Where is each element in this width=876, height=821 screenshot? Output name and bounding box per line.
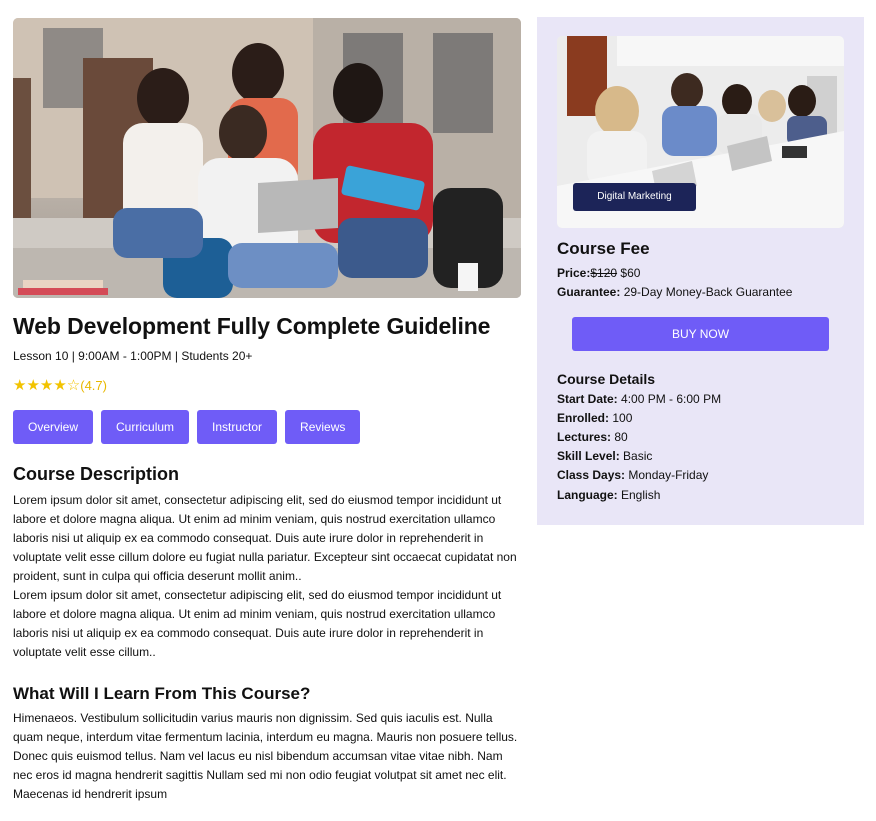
course-hero-image <box>13 18 521 298</box>
course-description-paragraph-1: Lorem ipsum dolor sit amet, consectetur … <box>13 493 517 583</box>
category-badge[interactable]: Digital Marketing <box>573 183 696 211</box>
price-row: Price:$120 $60 <box>557 265 640 281</box>
detail-label: Start Date: <box>557 392 618 406</box>
detail-label: Language: <box>557 488 618 502</box>
tab-overview[interactable]: Overview <box>13 410 94 444</box>
learn-heading: What Will I Learn From This Course? <box>13 684 311 703</box>
old-price: $120 <box>590 266 618 280</box>
course-tabs: Overview Curriculum Instructor Reviews <box>13 410 521 444</box>
guarantee-value: 29-Day Money-Back Guarantee <box>620 285 793 299</box>
course-details-heading: Course Details <box>557 371 656 387</box>
detail-row-skill-level: Skill Level: Basic <box>557 448 652 464</box>
tab-reviews[interactable]: Reviews <box>285 410 361 444</box>
detail-value: 4:00 PM - 6:00 PM <box>617 392 722 406</box>
course-rating: ★★★★☆ (4.7) <box>13 376 521 396</box>
course-description-paragraph-2: Lorem ipsum dolor sit amet, consectetur … <box>13 588 502 659</box>
course-description-heading: Course Description <box>13 464 180 484</box>
learn-paragraph: Himenaeos. Vestibulum sollicitudin variu… <box>13 711 518 801</box>
star-rating-icon: ★★★★☆ <box>13 377 81 394</box>
detail-row-enrolled: Enrolled: 100 <box>557 410 632 426</box>
detail-row-language: Language: English <box>557 487 660 503</box>
detail-value: 100 <box>609 411 633 425</box>
course-meta: Lesson 10 | 9:00AM - 1:00PM | Students 2… <box>13 349 253 363</box>
detail-label: Class Days: <box>557 468 626 482</box>
new-price: $60 <box>617 266 641 280</box>
buy-now-button[interactable]: BUY NOW <box>572 317 829 351</box>
main-column: Web Development Fully Complete Guideline… <box>13 18 521 804</box>
course-sidebar: Digital Marketing Course Fee Price:$120 … <box>537 17 864 525</box>
students-photo-illustration <box>13 18 521 298</box>
course-title: Web Development Fully Complete Guideline <box>13 313 491 339</box>
detail-value: Monday-Friday <box>625 468 709 482</box>
course-fee-heading: Course Fee <box>557 239 650 258</box>
detail-value: Basic <box>619 449 653 463</box>
course-thumbnail-image: Digital Marketing <box>557 36 844 228</box>
price-label: Price: <box>557 266 591 280</box>
rating-value: (4.7) <box>80 378 107 393</box>
guarantee-label: Guarantee: <box>557 285 621 299</box>
detail-label: Enrolled: <box>557 411 610 425</box>
guarantee-row: Guarantee: 29-Day Money-Back Guarantee <box>557 284 792 300</box>
detail-label: Skill Level: <box>557 449 620 463</box>
detail-value: 80 <box>611 430 628 444</box>
detail-row-class-days: Class Days: Monday-Friday <box>557 467 708 483</box>
detail-label: Lectures: <box>557 430 612 444</box>
tab-curriculum[interactable]: Curriculum <box>101 410 190 444</box>
detail-row-lectures: Lectures: 80 <box>557 429 628 445</box>
detail-row-start-date: Start Date: 4:00 PM - 6:00 PM <box>557 391 721 407</box>
detail-value: English <box>617 488 661 502</box>
tab-instructor[interactable]: Instructor <box>197 410 278 444</box>
